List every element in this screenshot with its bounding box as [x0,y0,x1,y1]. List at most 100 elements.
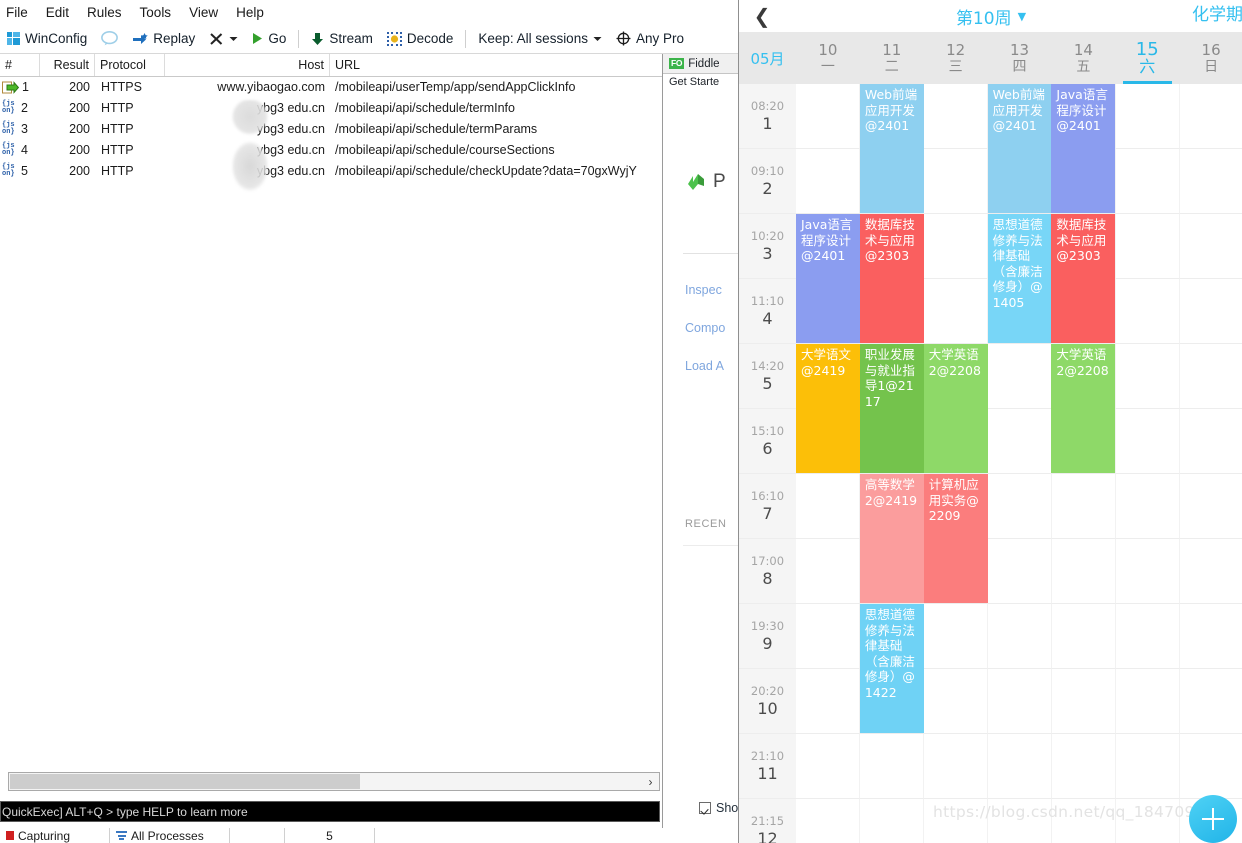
schedule-cell[interactable] [1116,84,1180,149]
schedule-cell[interactable] [924,149,988,214]
column-header-protocol[interactable]: Protocol [95,54,165,76]
scrollbar-thumb[interactable] [10,774,360,789]
menu-item-edit[interactable]: Edit [37,3,78,22]
schedule-cell[interactable] [1180,149,1242,214]
weekday-header-11[interactable]: 11 二 [860,32,924,84]
schedule-cell[interactable] [924,669,988,734]
menu-item-rules[interactable]: Rules [78,3,131,22]
inspector-link-load-test[interactable]: Load A [685,359,724,373]
inspector-link-composer[interactable]: Compo [685,321,725,335]
comment-button[interactable] [94,26,125,52]
schedule-cell[interactable] [988,734,1052,799]
schedule-cell[interactable] [1116,279,1180,344]
week-selector[interactable]: 第10周 ▼ [739,4,1242,29]
process-filter-button[interactable]: Any Pro [609,26,691,52]
schedule-cell[interactable] [1116,539,1180,604]
column-header-index[interactable]: # [0,54,40,76]
course-block[interactable]: Web前端应用开发@2401 [987,84,1052,213]
menu-item-file[interactable]: File [2,3,37,22]
schedule-cell[interactable] [1116,149,1180,214]
schedule-cell[interactable] [1180,279,1242,344]
replay-button[interactable]: Replay [125,26,202,52]
schedule-cell[interactable] [1180,734,1242,799]
course-block[interactable]: 大学语文@2419 [796,344,860,473]
schedule-cell[interactable] [860,799,924,843]
inspector-tab-fiddler[interactable]: FO Fiddle [663,54,740,74]
schedule-cell[interactable] [1180,669,1242,734]
schedule-cell[interactable] [860,734,924,799]
schedule-cell[interactable] [1052,669,1116,734]
course-block[interactable]: 思想道德修养与法律基础（含廉洁修身）@1422 [859,604,924,733]
schedule-cell[interactable] [988,344,1052,409]
course-block[interactable]: 职业发展与就业指导1@2117 [859,344,924,473]
schedule-cell[interactable] [1180,214,1242,279]
schedule-cell[interactable] [1052,474,1116,539]
schedule-cell[interactable] [1180,539,1242,604]
weekday-header-12[interactable]: 12 三 [924,32,988,84]
schedule-cell[interactable] [1180,84,1242,149]
weekday-header-15[interactable]: 15 六 [1115,32,1179,84]
table-row[interactable]: {js on} 2 200 HTTP ybg3 edu.cn/mobileapi/api/… [0,98,740,119]
schedule-cell[interactable] [1180,344,1242,409]
term-label[interactable]: 化学期 [1192,0,1242,25]
quickexec-input[interactable]: QuickExec] ALT+Q > type HELP to learn mo… [0,801,660,822]
column-header-host[interactable]: Host [165,54,330,76]
inspector-link-inspectors[interactable]: Inspec [685,283,722,297]
course-block[interactable]: 计算机应用实务@2209 [923,474,988,603]
schedule-cell[interactable] [988,539,1052,604]
winconfig-button[interactable]: WinConfig [0,26,94,52]
schedule-cell[interactable] [796,539,860,604]
menu-item-view[interactable]: View [180,3,227,22]
scroll-right-arrow-icon[interactable]: › [642,775,659,789]
weekday-header-16[interactable]: 16 日 [1179,32,1242,84]
course-block[interactable]: Java语言程序设计@2401 [1051,84,1116,213]
schedule-cell[interactable] [796,669,860,734]
schedule-cell[interactable] [1116,409,1180,474]
schedule-cell[interactable] [796,734,860,799]
schedule-cell[interactable] [1116,214,1180,279]
schedule-cell[interactable] [988,604,1052,669]
table-row[interactable]: {js on} 5 200 HTTP ybg3 edu.cn/mobileapi/api/… [0,161,740,182]
status-capturing[interactable]: Capturing [0,828,110,843]
schedule-cell[interactable] [988,474,1052,539]
schedule-cell[interactable] [1116,734,1180,799]
schedule-cell[interactable] [924,214,988,279]
course-block[interactable]: Java语言程序设计@2401 [796,214,860,343]
course-block[interactable]: Web前端应用开发@2401 [859,84,924,213]
decode-button[interactable]: Decode [380,26,461,52]
table-row[interactable]: {js on} 3 200 HTTP ybg3 edu.cn/mobileapi/api/… [0,119,740,140]
schedule-cell[interactable] [1180,409,1242,474]
schedule-cell[interactable] [1116,474,1180,539]
go-button[interactable]: Go [245,26,293,52]
horizontal-scrollbar[interactable]: › [8,772,660,791]
status-processes[interactable]: All Processes [110,828,230,843]
schedule-cell[interactable] [1116,604,1180,669]
add-course-fab-button[interactable] [1189,795,1237,843]
schedule-cell[interactable] [1116,344,1180,409]
menu-item-help[interactable]: Help [227,3,273,22]
schedule-cell[interactable] [1180,604,1242,669]
weekday-header-10[interactable]: 10 一 [796,32,860,84]
course-block[interactable]: 高等数学2@2419 [859,474,924,603]
schedule-cell[interactable] [796,149,860,214]
schedule-cell[interactable] [796,604,860,669]
table-row[interactable]: {js on} 4 200 HTTP ybg3 edu.cn/mobileapi/api/… [0,140,740,161]
table-row[interactable]: 1 200 HTTPS www.yibaogao.com/mobileapi/user… [0,77,740,98]
course-block[interactable]: 大学英语2@2208 [1051,344,1116,473]
schedule-grid[interactable]: 08:20 1 09:10 2 10:20 3 11:10 4 14:20 5 15:10 6 16:1… [739,84,1242,843]
show-on-startup-checkbox[interactable]: Sho [699,801,738,815]
weekday-header-13[interactable]: 13 四 [988,32,1052,84]
schedule-cell[interactable] [796,799,860,843]
schedule-cell[interactable] [924,604,988,669]
schedule-cell[interactable] [1052,734,1116,799]
course-block[interactable]: 思想道德修养与法律基础（含廉洁修身）@1405 [987,214,1052,343]
column-header-result[interactable]: Result [40,54,95,76]
schedule-cell[interactable] [924,734,988,799]
schedule-cell[interactable] [988,669,1052,734]
inspector-subtab-get-started[interactable]: Get Starte [663,74,740,93]
course-block[interactable]: 数据库技术与应用@2303 [1051,214,1116,343]
schedule-cell[interactable] [988,409,1052,474]
schedule-cell[interactable] [924,279,988,344]
schedule-cell[interactable] [924,84,988,149]
remove-button[interactable] [202,26,245,52]
